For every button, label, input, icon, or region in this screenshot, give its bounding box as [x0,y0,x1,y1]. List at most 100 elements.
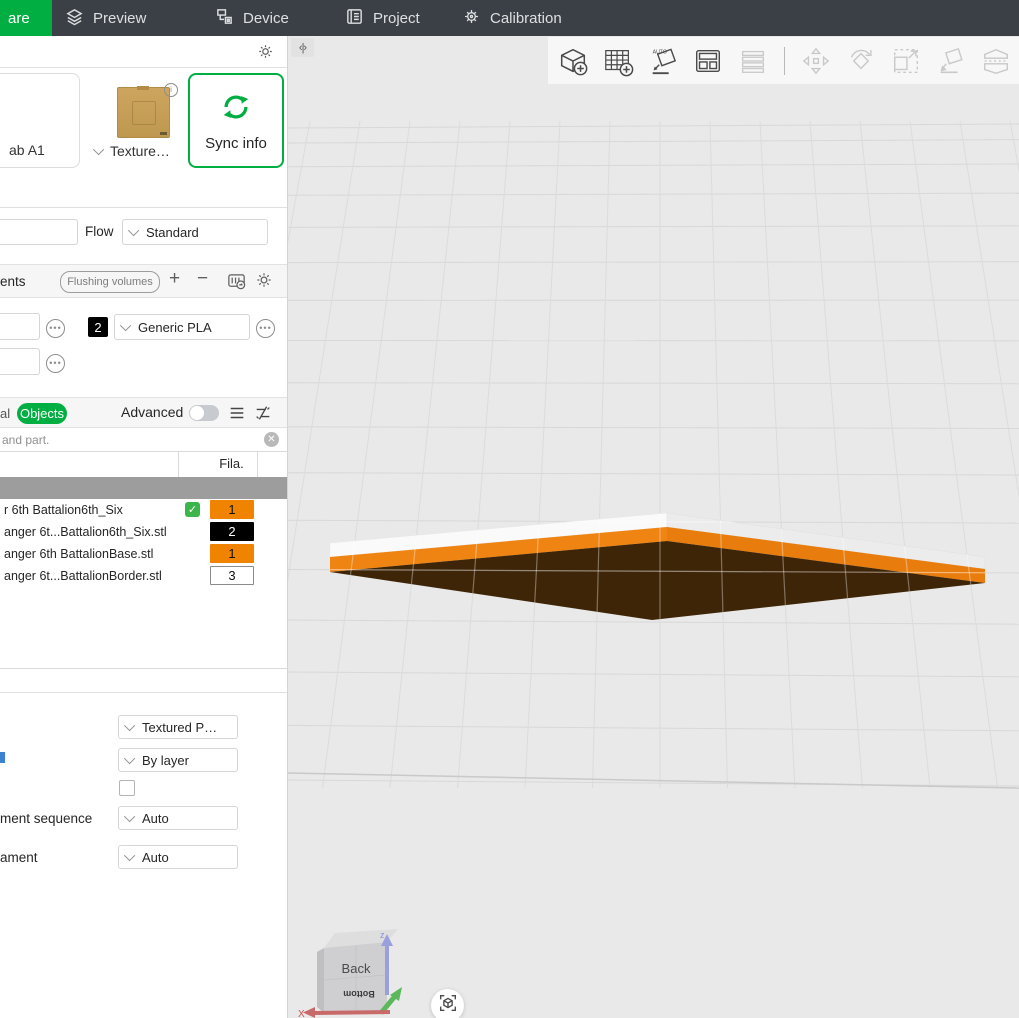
auto-orient-icon[interactable]: AUTO [645,43,681,79]
tab-objects[interactable]: Objects [17,403,67,424]
divider [0,207,287,208]
tab-global[interactable]: al [0,406,10,421]
remove-filament-button[interactable]: − [197,268,208,290]
add-model-icon[interactable] [555,43,591,79]
search-input[interactable] [0,432,234,448]
bambu-studio-window: are Preview Device Project Calibration [0,0,1019,1018]
tab-preview-label: Preview [93,10,146,27]
prepare-side-panel: ab A1 i Texture… Sync info Flow Standard [0,36,288,1018]
plate-type-card[interactable]: i Texture… [88,73,182,168]
ams-icon[interactable] [226,271,247,297]
tab-calibration[interactable]: Calibration [462,0,562,36]
x-axis-label: X [298,1009,305,1018]
filament-2-color-swatch[interactable]: 2 [88,317,108,337]
search-clear-icon[interactable]: ✕ [264,432,279,447]
first-filament-label: ament [0,850,38,865]
divider [0,668,287,669]
flushing-volumes-label: Flushing volumes [67,276,153,288]
filament-sequence-value: Auto [142,811,169,826]
viewport-toolbar: AUTO [548,37,1019,84]
chevron-down-icon [93,144,104,155]
bed-type-dropdown[interactable]: Textured P… [118,715,238,739]
filament-2-edit-icon[interactable]: ••• [256,319,275,338]
chevron-down-icon [124,720,135,731]
tab-prepare-label: are [8,10,30,27]
printer-section-header [0,36,287,68]
arrange-icon[interactable] [690,43,726,79]
fila-badge[interactable]: 1 [210,500,254,519]
flushing-volumes-button[interactable]: Flushing volumes [60,271,160,293]
build-plate-canvas[interactable] [288,36,1019,1018]
scale-icon [888,43,924,79]
project-icon [345,7,364,30]
object-name: r 6th Battalion6th_Six [4,503,176,517]
wiki-link-fragment[interactable] [0,752,5,763]
object-table-header: Fila. [0,451,287,478]
printer-card[interactable]: ab A1 [0,73,80,168]
tab-preview[interactable]: Preview [65,0,146,36]
sort-filter-icon[interactable] [254,404,272,427]
advanced-toggle[interactable] [189,405,219,421]
split-icon [978,43,1014,79]
tab-device[interactable]: Device [215,0,289,36]
printer-settings-gear-icon[interactable] [257,43,274,65]
first-filament-dropdown[interactable]: Auto [118,845,238,869]
tab-project[interactable]: Project [345,0,420,36]
panel-collapse-handle[interactable]: ‹|› [291,38,314,57]
table-row[interactable]: r 6th Battalion6th_Six ✓ 1 [0,499,287,521]
add-filament-button[interactable]: + [169,268,180,290]
filament-3-dropdown[interactable] [0,348,40,375]
top-nav-bar: are Preview Device Project Calibration [0,0,1019,36]
model-3d-slab[interactable] [330,513,985,620]
calibration-icon [462,7,481,30]
printer-name: ab A1 [9,142,45,158]
sync-info-button[interactable]: Sync info [188,73,284,168]
flow-dropdown[interactable]: Standard [122,219,268,245]
filament-1-dropdown[interactable] [0,313,40,340]
add-plate-icon[interactable] [600,43,636,79]
table-row[interactable]: anger 6th BattalionBase.stl 1 [0,543,287,565]
tab-objects-label: Objects [20,406,64,421]
table-row[interactable]: anger 6t...BattalionBorder.stl 3 [0,565,287,587]
print-sequence-dropdown[interactable]: By layer [118,748,238,772]
chevron-down-icon [124,753,135,764]
plate-info-icon[interactable]: i [164,83,178,97]
plate-type-value: Texture… [110,143,170,159]
filament-settings-gear-icon[interactable] [255,271,273,294]
fila-badge[interactable]: 2 [210,522,254,541]
navigation-cube[interactable]: Back Bottom z X [296,925,418,1018]
table-row[interactable]: anger 6t...Battalion6th_Six.stl 2 [0,521,287,543]
process-preset-input[interactable] [0,219,78,245]
tab-calibration-label: Calibration [490,10,562,27]
move-icon [798,43,834,79]
flow-value: Standard [146,225,199,240]
toolbar-separator [784,47,785,75]
object-checkbox[interactable]: ✓ [185,502,200,517]
part-name: anger 6th BattalionBase.stl [4,547,176,561]
plate-type-dropdown[interactable]: Texture… [96,143,170,159]
spiral-vase-checkbox[interactable] [119,780,135,796]
list-view-icon[interactable] [228,404,246,427]
filament-3-edit-icon[interactable]: ••• [46,354,65,373]
tab-prepare[interactable]: are [0,0,52,36]
filament-section-bar: ents Flushing volumes + − [0,264,287,298]
fila-badge[interactable]: 1 [210,544,254,563]
plate-row-selected[interactable] [0,477,287,499]
filament-sequence-dropdown[interactable]: Auto [118,806,238,830]
filament-sequence-label: ment sequence [0,811,92,826]
part-name: anger 6t...BattalionBorder.stl [4,569,176,583]
fit-view-button[interactable] [431,989,464,1018]
filament-2-dropdown[interactable]: Generic PLA [114,314,250,340]
texture-plate-image [117,87,170,138]
sync-icon [219,90,253,129]
lay-flat-icon [933,43,969,79]
divider [0,692,287,693]
rotate-icon [843,43,879,79]
nav-cube-bottom-label: Bottom [343,989,375,999]
device-icon [215,7,234,30]
fila-badge[interactable]: 3 [210,566,254,585]
preview-icon [65,7,84,30]
filament-1-edit-icon[interactable]: ••• [46,319,65,338]
fit-view-icon [437,992,459,1018]
x-axis-arrow [314,1012,390,1013]
